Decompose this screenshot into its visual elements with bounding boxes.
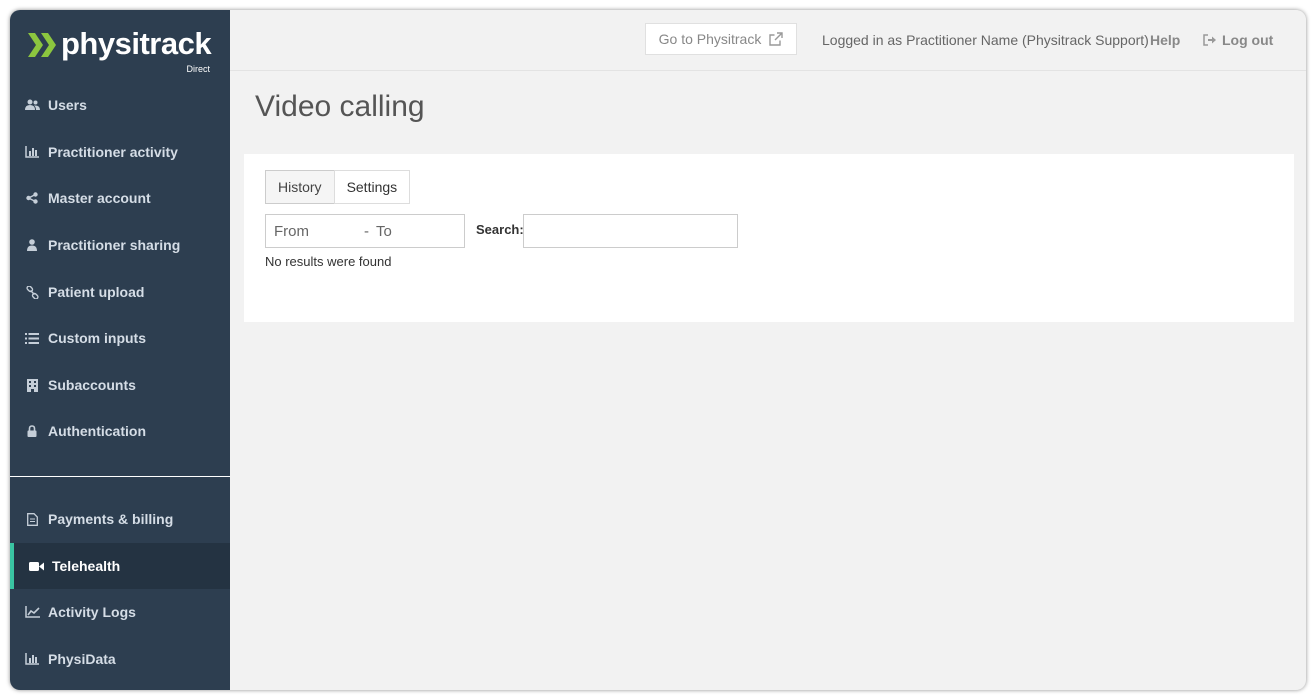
logout-link[interactable]: Log out: [1203, 32, 1273, 48]
sidebar-item-payments-billing[interactable]: Payments & billing: [10, 496, 230, 542]
sidebar-item-label: Activity Logs: [48, 604, 136, 620]
logout-label: Log out: [1222, 32, 1274, 48]
go-to-physitrack-button[interactable]: Go to Physitrack: [645, 23, 797, 55]
share-icon: [24, 190, 40, 206]
sidebar-item-label: Custom inputs: [48, 330, 146, 346]
building-icon: [24, 377, 40, 393]
sidebar-item-master-account[interactable]: Master account: [10, 175, 230, 221]
video-calling-panel: History Settings From - To Search: No re…: [244, 154, 1294, 322]
sidebar-item-users[interactable]: Users: [10, 82, 230, 128]
tab-settings[interactable]: Settings: [333, 170, 411, 204]
sidebar-item-custom-inputs[interactable]: Custom inputs: [10, 315, 230, 361]
users-icon: [24, 97, 40, 113]
logo-subtitle: Direct: [186, 64, 210, 74]
video-icon: [28, 558, 44, 574]
sidebar-item-label: Telehealth: [52, 558, 121, 574]
logo-wordmark: physitrack: [61, 26, 212, 61]
sidebar-item-label: Users: [48, 97, 87, 113]
date-from: From: [274, 222, 309, 240]
sidebar-item-label: Subaccounts: [48, 377, 136, 393]
bar-chart-icon: [24, 651, 40, 667]
sidebar-item-label: PhysiData: [48, 651, 116, 667]
user-icon: [24, 237, 40, 253]
bar-chart-icon: [24, 144, 40, 160]
line-chart-icon: [24, 604, 40, 620]
logout-icon: [1203, 34, 1216, 46]
app-window: physitrack Direct Users Practitioner act…: [10, 10, 1306, 690]
logo-chevrons-icon: [28, 33, 56, 57]
search-input[interactable]: [523, 214, 738, 248]
sidebar-item-patient-upload[interactable]: Patient upload: [10, 269, 230, 315]
sidebar-item-label: Practitioner activity: [48, 144, 178, 160]
sidebar-item-label: Payments & billing: [48, 511, 174, 527]
external-link-icon: [769, 32, 784, 46]
logged-in-text: Logged in as Practitioner Name (Physitra…: [822, 32, 1149, 48]
top-bar: Go to Physitrack Logged in as Practition…: [230, 10, 1306, 71]
physitrack-logo[interactable]: physitrack Direct: [28, 26, 218, 74]
sidebar: physitrack Direct Users Practitioner act…: [10, 10, 230, 690]
sidebar-item-practitioner-activity[interactable]: Practitioner activity: [10, 129, 230, 175]
sidebar-item-label: Authentication: [48, 423, 146, 439]
sidebar-item-label: Master account: [48, 190, 151, 206]
page-title: Video calling: [255, 90, 425, 123]
tab-history[interactable]: History: [265, 170, 335, 204]
document-icon: [24, 511, 40, 527]
sidebar-item-physidata[interactable]: PhysiData: [10, 636, 230, 682]
date-separator: -: [364, 222, 369, 240]
go-to-physitrack-label: Go to Physitrack: [658, 31, 762, 47]
no-results-message: No results were found: [265, 254, 392, 269]
sidebar-item-authentication[interactable]: Authentication: [10, 408, 230, 454]
sidebar-item-subaccounts[interactable]: Subaccounts: [10, 362, 230, 408]
tabs: History Settings: [265, 170, 411, 204]
sidebar-item-telehealth[interactable]: Telehealth: [10, 543, 230, 589]
search-label: Search:: [476, 222, 524, 237]
sidebar-divider: [10, 476, 230, 477]
lock-icon: [24, 423, 40, 439]
date-to: To: [376, 222, 392, 240]
sidebar-item-label: Patient upload: [48, 284, 145, 300]
sidebar-item-activity-logs[interactable]: Activity Logs: [10, 589, 230, 635]
list-icon: [24, 330, 40, 346]
date-range-picker[interactable]: From - To: [265, 214, 465, 248]
sidebar-item-label: Practitioner sharing: [48, 237, 181, 253]
help-link[interactable]: Help: [1150, 32, 1180, 48]
link-icon: [24, 284, 40, 300]
sidebar-item-practitioner-sharing[interactable]: Practitioner sharing: [10, 222, 230, 268]
